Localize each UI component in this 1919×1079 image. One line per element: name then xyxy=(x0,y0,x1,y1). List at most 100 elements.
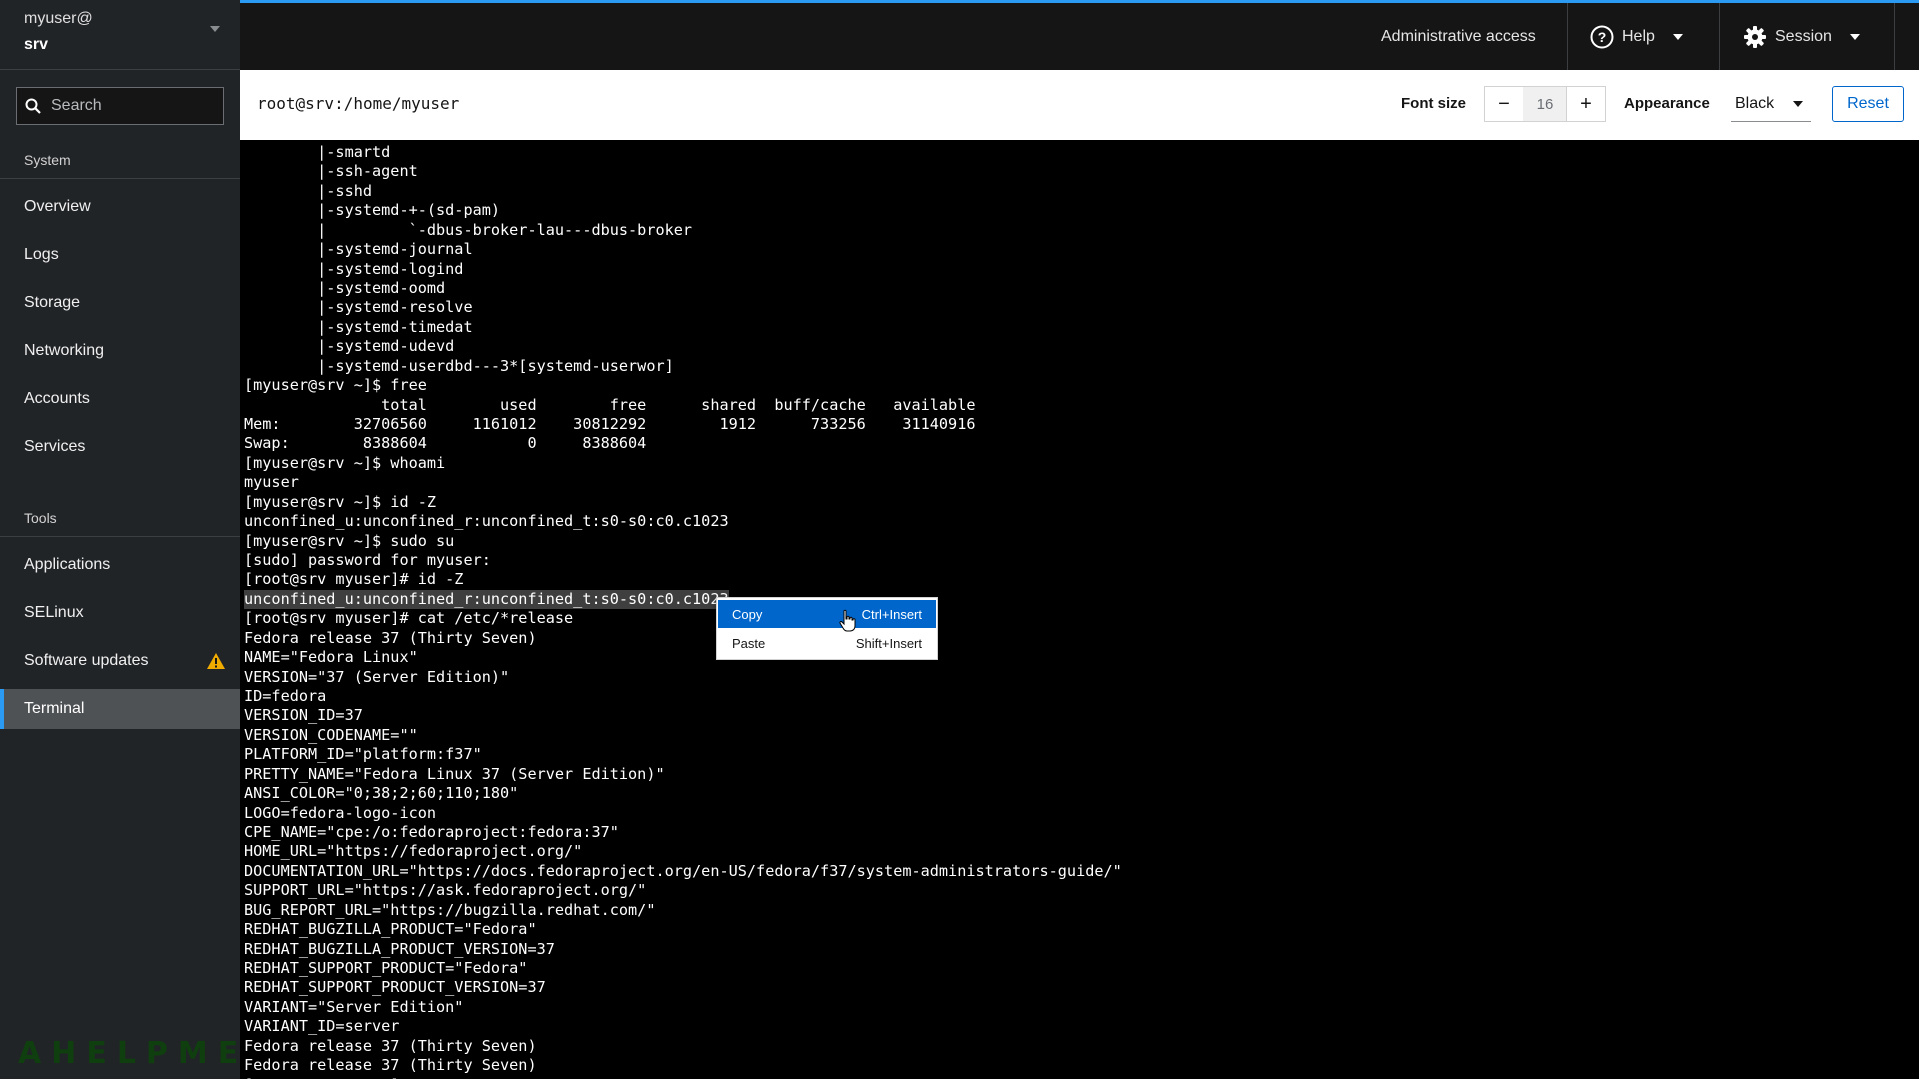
terminal-line: Fedora release 37 (Thirty Seven) xyxy=(244,1036,537,1055)
terminal-line: |-systemd-journal xyxy=(244,240,473,259)
terminal-line: BUG_REPORT_URL="https://bugzilla.redhat.… xyxy=(244,900,656,919)
nav-item-services[interactable]: Services xyxy=(0,427,240,467)
terminal-line: [root@srv myuser]# cat /etc/*release xyxy=(244,609,574,628)
terminal-header: root@srv:/home/myuser Font size − 16 + A… xyxy=(240,70,1919,140)
top-separator xyxy=(1894,3,1895,70)
caret-down-icon xyxy=(1672,33,1683,40)
terminal-line: | `-dbus-broker-lau---dbus-broker xyxy=(244,220,693,239)
terminal-line: |-systemd-oomd xyxy=(244,279,446,297)
top-separator xyxy=(1719,3,1720,70)
terminal-line: [myuser@srv ~]$ sudo su xyxy=(244,531,455,550)
terminal-line: [myuser@srv ~]$ id -Z xyxy=(244,492,437,511)
help-menu-button[interactable]: ? Help xyxy=(1590,3,1683,70)
context-menu-paste[interactable]: Paste Shift+Insert xyxy=(718,629,936,657)
context-menu-item-label: Paste xyxy=(732,635,766,651)
search-input[interactable] xyxy=(51,97,211,115)
terminal-line: Swap: 8388604 0 8388604 xyxy=(244,434,647,453)
terminal-line: Fedora release 37 (Thirty Seven) xyxy=(244,628,537,647)
host-user: myuser@ xyxy=(24,10,93,27)
terminal-line: |-systemd-udevd xyxy=(244,337,455,356)
terminal-line: [myuser@srv ~]$ whoami xyxy=(244,453,446,472)
terminal-line: DOCUMENTATION_URL="https://docs.fedorapr… xyxy=(244,861,1122,880)
context-menu-item-label: Copy xyxy=(732,606,763,622)
terminal-line: VARIANT="Server Edition" xyxy=(244,997,464,1016)
terminal-line: |-ssh-agent xyxy=(244,162,418,181)
terminal-line: |-systemd-timedat xyxy=(244,317,473,336)
terminal-line: total used free shared buff/cache availa… xyxy=(244,395,976,414)
hand-cursor-icon xyxy=(839,609,856,632)
appearance-select[interactable]: Black xyxy=(1731,86,1811,122)
nav-item-software-updates[interactable]: Software updates xyxy=(0,641,240,681)
terminal-line: LOGO=fedora-logo-icon xyxy=(244,803,437,822)
terminal-line: REDHAT_SUPPORT_PRODUCT="Fedora" xyxy=(244,959,528,978)
terminal-line: |-systemd-resolve xyxy=(244,298,473,317)
nav-item-selinux[interactable]: SELinux xyxy=(0,593,240,633)
appearance-value: Black xyxy=(1735,94,1775,112)
context-menu-copy[interactable]: Copy Ctrl+Insert xyxy=(718,600,936,628)
context-menu-item-shortcut: Ctrl+Insert xyxy=(861,606,922,622)
terminal-line: myuser xyxy=(244,473,299,492)
nav-item-overview[interactable]: Overview xyxy=(0,187,240,227)
host-name: srv xyxy=(24,36,49,53)
terminal-line: VARIANT_ID=server xyxy=(244,1017,400,1036)
reset-button[interactable]: Reset xyxy=(1832,86,1904,122)
terminal-line: REDHAT_SUPPORT_PRODUCT_VERSION=37 xyxy=(244,978,546,997)
nav-item-storage[interactable]: Storage xyxy=(0,283,240,323)
watermark-logo: AHELPME xyxy=(18,1036,249,1071)
terminal-line: VERSION_ID=37 xyxy=(244,706,363,725)
terminal-line: Fedora release 37 (Thirty Seven) xyxy=(244,1056,537,1075)
cockpit-app: myuser@ srv System Overview Logs Storage… xyxy=(0,0,1919,1079)
nav-divider xyxy=(0,178,240,179)
nav-section-tools: Tools xyxy=(24,510,57,526)
terminal-line: [root@srv myuser]# xyxy=(244,1076,418,1079)
caret-down-icon xyxy=(1793,101,1803,107)
nav-item-applications[interactable]: Applications xyxy=(0,545,240,585)
caret-down-icon xyxy=(210,26,220,32)
search-icon xyxy=(25,98,41,114)
font-size-decrease-button[interactable]: − xyxy=(1484,86,1524,122)
terminal-line: VERSION="37 (Server Edition)" xyxy=(244,667,510,686)
terminal-line: ID=fedora xyxy=(244,687,327,706)
administrative-access-button[interactable]: Administrative access xyxy=(1381,3,1536,70)
terminal-line: [myuser@srv ~]$ free xyxy=(244,376,427,395)
terminal-screen[interactable]: |-smartd |-ssh-agent |-sshd |-systemd-+-… xyxy=(240,140,1919,1079)
terminal-line: PRETTY_NAME="Fedora Linux 37 (Server Edi… xyxy=(244,764,665,783)
nav-item-accounts[interactable]: Accounts xyxy=(0,379,240,419)
terminal-line: [sudo] password for myuser: xyxy=(244,551,491,570)
terminal-line: |-smartd xyxy=(244,143,391,161)
terminal-line: |-systemd-userdbd---3*[systemd-userwor] xyxy=(244,356,674,375)
nav-section-system: System xyxy=(24,152,71,168)
terminal-line: |-sshd xyxy=(244,181,373,200)
terminal-line: PLATFORM_ID="platform:f37" xyxy=(244,745,482,764)
font-size-increase-button[interactable]: + xyxy=(1566,86,1606,122)
terminal-line: |-systemd-+-(sd-pam) xyxy=(244,201,501,220)
terminal-title: root@srv:/home/myuser xyxy=(257,94,460,113)
context-menu-item-shortcut: Shift+Insert xyxy=(855,635,922,651)
caret-down-icon xyxy=(1849,33,1860,40)
gear-icon xyxy=(1744,25,1766,48)
terminal-line: SUPPORT_URL="https://ask.fedoraproject.o… xyxy=(244,881,647,900)
help-icon: ? xyxy=(1590,25,1614,48)
terminal-line: REDHAT_BUGZILLA_PRODUCT="Fedora" xyxy=(244,920,537,939)
terminal-line: REDHAT_BUGZILLA_PRODUCT_VERSION=37 xyxy=(244,939,555,958)
font-size-label: Font size xyxy=(1401,95,1467,112)
nav-item-label: Software updates xyxy=(24,652,149,669)
help-label: Help xyxy=(1622,27,1655,45)
session-menu-button[interactable]: Session xyxy=(1743,3,1860,70)
top-bar: Administrative access ? Help Session xyxy=(240,0,1919,70)
nav-item-logs[interactable]: Logs xyxy=(0,235,240,275)
terminal-line: [root@srv myuser]# id -Z xyxy=(244,570,464,589)
session-label: Session xyxy=(1775,27,1832,45)
terminal-line: NAME="Fedora Linux" xyxy=(244,648,418,667)
svg-text:?: ? xyxy=(1598,29,1607,45)
font-size-value: 16 xyxy=(1523,86,1567,122)
terminal-line: HOME_URL="https://fedoraproject.org/" xyxy=(244,842,583,861)
terminal-line: CPE_NAME="cpe:/o:fedoraproject:fedora:37… xyxy=(244,823,619,842)
nav-item-terminal[interactable]: Terminal xyxy=(0,689,240,729)
appearance-label: Appearance xyxy=(1624,95,1710,112)
host-switcher[interactable]: myuser@ srv xyxy=(0,0,240,70)
nav-item-networking[interactable]: Networking xyxy=(0,331,240,371)
search-box[interactable] xyxy=(16,87,224,125)
terminal-line: unconfined_u:unconfined_r:unconfined_t:s… xyxy=(244,512,729,531)
sidebar: myuser@ srv System Overview Logs Storage… xyxy=(0,0,240,1079)
